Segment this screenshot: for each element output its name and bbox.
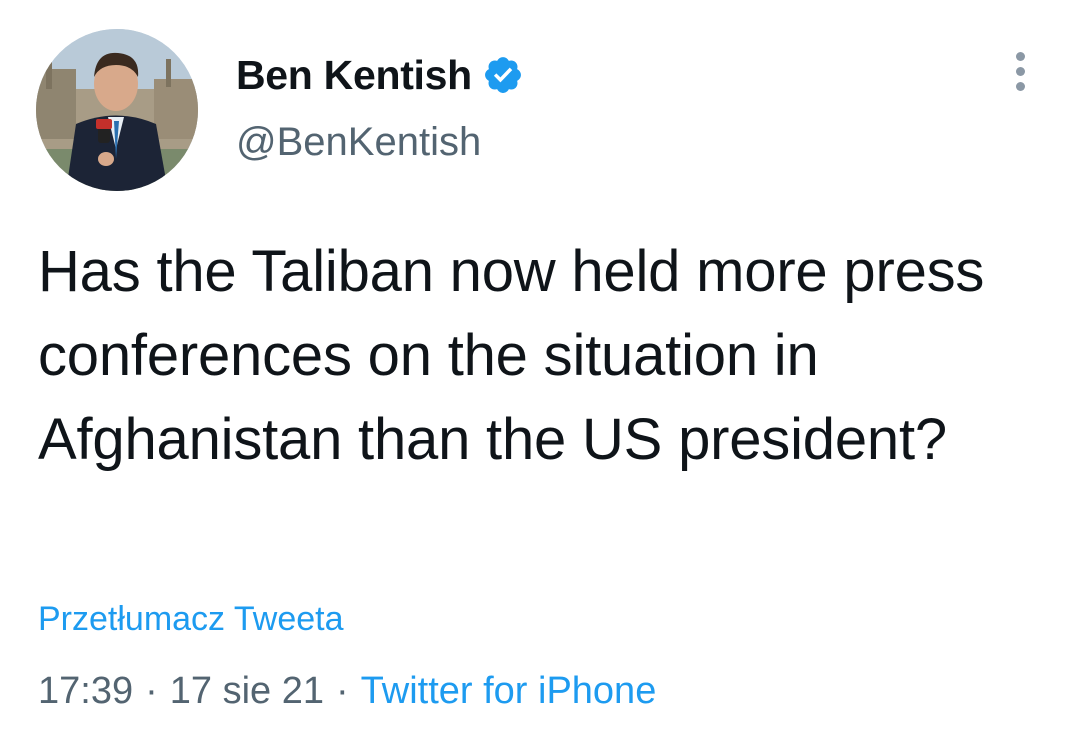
tweet-date[interactable]: 17 sie 21 bbox=[170, 670, 324, 713]
tweet-time[interactable]: 17:39 bbox=[38, 670, 133, 713]
avatar-photo bbox=[36, 29, 198, 191]
tweet-meta: 17:39 · 17 sie 21 · Twitter for iPhone bbox=[38, 670, 656, 713]
verified-badge-icon bbox=[484, 57, 521, 93]
author-handle[interactable]: @BenKentish bbox=[236, 120, 481, 165]
author-display-name[interactable]: Ben Kentish bbox=[236, 52, 472, 99]
meta-separator: · bbox=[335, 670, 349, 712]
more-vertical-icon bbox=[1004, 52, 1036, 91]
more-options-button[interactable] bbox=[1004, 52, 1036, 98]
translate-tweet-link[interactable]: Przetłumacz Tweeta bbox=[38, 600, 344, 639]
meta-separator: · bbox=[145, 670, 158, 712]
tweet-source-link[interactable]: Twitter for iPhone bbox=[361, 670, 657, 713]
avatar[interactable] bbox=[36, 29, 198, 191]
tweet-text: Has the Taliban now held more press conf… bbox=[38, 239, 985, 472]
author-name-row: Ben Kentish bbox=[236, 50, 524, 100]
